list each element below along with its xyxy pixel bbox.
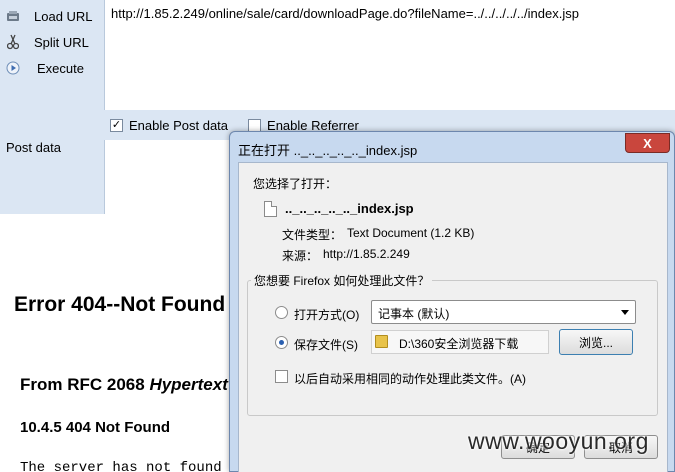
rfc-italic: Hypertext [149,375,228,394]
play-icon [4,59,22,77]
body-text: The server has not found [20,460,222,472]
dialog-body: 您选择了打开： .._.._.._.._.._index.jsp 文件类型： T… [238,162,668,472]
load-url-icon [4,7,22,25]
split-url-button[interactable]: Split URL [0,29,104,55]
rfc-prefix: From RFC 2068 [20,375,150,394]
execute-button[interactable]: Execute [0,55,104,81]
load-url-button[interactable]: Load URL [0,3,104,29]
checkbox-checked-icon: ✓ [110,118,123,132]
open-with-radio[interactable] [275,306,288,319]
download-dialog: 正在打开 .._.._.._.._.._index.jsp X 您选择了打开： … [229,131,675,472]
open-with-label: 打开方式(O) [294,308,360,322]
checkbox-empty-icon [248,118,262,132]
close-button[interactable]: X [625,133,670,153]
split-url-label: Split URL [34,34,89,50]
folder-icon [375,335,388,348]
error-title: Error 404--Not Found [14,293,226,316]
open-with-select[interactable]: 记事本 (默认) [371,300,636,324]
save-file-label: 保存文件(S) [294,338,358,352]
source-label: 来源： [282,249,319,263]
enable-post-data-checkbox[interactable]: ✓ Enable Post data [110,118,228,133]
load-url-label: Load URL [34,8,93,24]
execute-label: Execute [37,60,84,76]
rfc-heading: From RFC 2068 Hypertext [20,375,228,395]
file-type-value: Text Document (1.2 KB) [347,226,475,240]
file-icon [264,201,277,217]
open-with-value: 记事本 (默认) [378,307,450,321]
dialog-title: 正在打开 .._.._.._.._.._index.jsp [238,143,418,158]
watermark: www.wooyun.org [468,428,649,454]
save-file-radio[interactable] [275,336,288,349]
file-name: .._.._.._.._.._index.jsp [285,201,414,216]
file-type-label: 文件类型： [282,228,343,242]
post-data-label: Post data [6,140,61,155]
close-icon: X [643,135,652,151]
scissors-icon [4,33,22,51]
url-input[interactable]: http://1.85.2.249/online/sale/card/downl… [104,0,675,110]
chevron-down-icon [621,310,629,315]
auto-action-label: 以后自动采用相同的动作处理此类文件。(A) [294,372,526,386]
auto-action-checkbox[interactable] [275,370,288,383]
question-label: 您想要 Firefox 如何处理此文件？ [251,272,433,289]
source-value: http://1.85.2.249 [323,247,410,261]
browse-button[interactable]: 浏览... [559,329,633,355]
enable-post-data-label: Enable Post data [129,117,229,133]
chosen-label: 您选择了打开： [253,177,338,191]
section-heading: 10.4.5 404 Not Found [20,419,171,436]
save-path-field: D:\360安全浏览器下载 [371,330,549,354]
